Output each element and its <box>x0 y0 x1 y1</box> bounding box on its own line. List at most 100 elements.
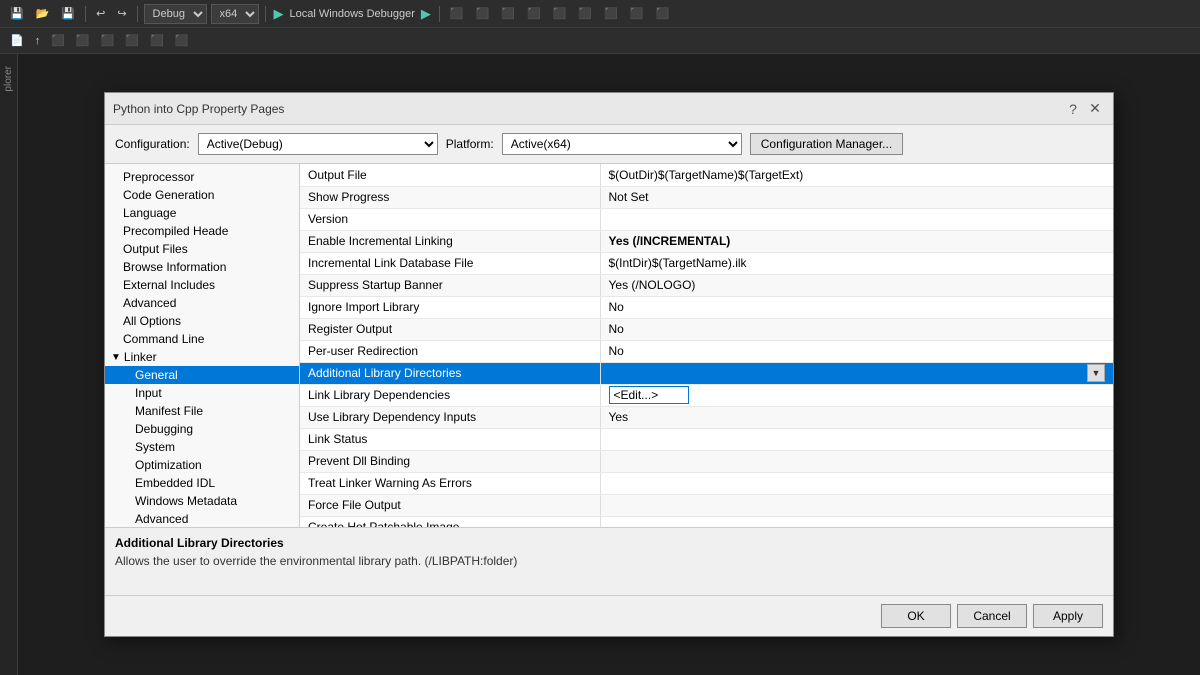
table-row[interactable]: Prevent Dll Binding <box>300 450 1113 472</box>
sec-btn-5[interactable]: ⬛ <box>97 32 119 49</box>
tree-item-label: Advanced <box>123 296 176 310</box>
apply-button[interactable]: Apply <box>1033 604 1103 628</box>
open-button[interactable]: 📂 <box>32 5 54 22</box>
toolbar-misc-1[interactable]: ⬛ <box>446 5 468 22</box>
run-target-label: Local Windows Debugger <box>290 8 415 20</box>
prop-value <box>600 208 1113 230</box>
tree-item-label: Language <box>123 206 176 220</box>
tree-item-command-line[interactable]: Command Line <box>105 330 299 348</box>
dropdown-arrow-icon[interactable]: ▼ <box>1087 364 1105 382</box>
ok-button[interactable]: OK <box>881 604 951 628</box>
arch-dropdown[interactable]: x64 <box>211 4 259 24</box>
save-button[interactable]: 💾 <box>6 5 28 22</box>
table-row[interactable]: Register OutputNo <box>300 318 1113 340</box>
separator-3 <box>265 6 266 22</box>
table-row[interactable]: Create Hot Patchable Image <box>300 516 1113 527</box>
prop-name: Version <box>300 208 600 230</box>
tree-item-label: Debugging <box>135 422 193 436</box>
tree-item-label: External Includes <box>123 278 215 292</box>
help-button[interactable]: ? <box>1063 99 1083 119</box>
toolbar-misc-7[interactable]: ⬛ <box>600 5 622 22</box>
tree-item-input[interactable]: Input <box>105 384 299 402</box>
tree-item-windows-metadata[interactable]: Windows Metadata <box>105 492 299 510</box>
toolbar-misc-8[interactable]: ⬛ <box>626 5 648 22</box>
table-row[interactable]: Per-user RedirectionNo <box>300 340 1113 362</box>
prop-value <box>600 472 1113 494</box>
tree-item-debugging[interactable]: Debugging <box>105 420 299 438</box>
dialog-overlay: Python into Cpp Property Pages ? ✕ Confi… <box>18 54 1200 675</box>
tree-item-label: General <box>135 368 178 382</box>
platform-dropdown[interactable]: Active(x64) <box>502 133 742 155</box>
tree-item-all-options[interactable]: All Options <box>105 312 299 330</box>
toolbar-misc-6[interactable]: ⬛ <box>574 5 596 22</box>
redo-button[interactable]: ↪ <box>113 5 130 22</box>
sec-btn-2[interactable]: ↑ <box>31 33 45 49</box>
table-row[interactable]: Output File$(OutDir)$(TargetName)$(Targe… <box>300 164 1113 186</box>
tree-item-output-files[interactable]: Output Files <box>105 240 299 258</box>
tree-item-general[interactable]: General <box>105 366 299 384</box>
config-manager-button[interactable]: Configuration Manager... <box>750 133 903 155</box>
tree-item-optimization[interactable]: Optimization <box>105 456 299 474</box>
table-row[interactable]: Ignore Import LibraryNo <box>300 296 1113 318</box>
ide-body: plorer Python into Cpp Property Pages ? … <box>0 54 1200 675</box>
config-dropdown[interactable]: Active(Debug) <box>198 133 438 155</box>
prop-value <box>600 450 1113 472</box>
prop-value[interactable]: ▼ <box>600 362 1113 384</box>
table-row[interactable]: Show ProgressNot Set <box>300 186 1113 208</box>
sec-btn-3[interactable]: ⬛ <box>47 32 69 49</box>
prop-name: Show Progress <box>300 186 600 208</box>
tree-item-code-generation[interactable]: Code Generation <box>105 186 299 204</box>
run-button[interactable]: ▶ <box>272 6 286 22</box>
toolbar-misc-9[interactable]: ⬛ <box>652 5 674 22</box>
prop-name: Output File <box>300 164 600 186</box>
table-row[interactable]: Additional Library Directories▼ <box>300 362 1113 384</box>
sec-btn-8[interactable]: ⬛ <box>171 32 193 49</box>
table-row[interactable]: Suppress Startup BannerYes (/NOLOGO) <box>300 274 1113 296</box>
prop-name: Create Hot Patchable Image <box>300 516 600 527</box>
toolbar-misc-2[interactable]: ⬛ <box>472 5 494 22</box>
table-row[interactable]: Incremental Link Database File$(IntDir)$… <box>300 252 1113 274</box>
table-row[interactable]: Use Library Dependency InputsYes <box>300 406 1113 428</box>
tree-item-embedded-idl[interactable]: Embedded IDL <box>105 474 299 492</box>
properties-table: Output File$(OutDir)$(TargetName)$(Targe… <box>300 164 1113 527</box>
run-config-button[interactable]: ▶ <box>419 6 433 22</box>
dialog-title: Python into Cpp Property Pages <box>113 102 284 116</box>
tree-item-advanced[interactable]: Advanced <box>105 294 299 312</box>
sec-btn-1[interactable]: 📄 <box>6 32 28 49</box>
prop-name: Prevent Dll Binding <box>300 450 600 472</box>
toolbar-misc-3[interactable]: ⬛ <box>497 5 519 22</box>
table-row[interactable]: Treat Linker Warning As Errors <box>300 472 1113 494</box>
debug-config-dropdown[interactable]: Debug <box>144 4 207 24</box>
tree-item-system[interactable]: System <box>105 438 299 456</box>
edit-value[interactable]: <Edit...> <box>609 386 689 404</box>
tree-item-language[interactable]: Language <box>105 204 299 222</box>
tree-item-linker[interactable]: ▼Linker <box>105 348 299 366</box>
tree-item-manifest-file[interactable]: Manifest File <box>105 402 299 420</box>
tree-item-preprocessor[interactable]: Preprocessor <box>105 168 299 186</box>
table-row[interactable]: Link Status <box>300 428 1113 450</box>
dialog-titlebar: Python into Cpp Property Pages ? ✕ <box>105 93 1113 125</box>
table-row[interactable]: Enable Incremental LinkingYes (/INCREMEN… <box>300 230 1113 252</box>
table-row[interactable]: Version <box>300 208 1113 230</box>
tree-item-advanced[interactable]: Advanced <box>105 510 299 527</box>
tree-item-precompiled-heade[interactable]: Precompiled Heade <box>105 222 299 240</box>
table-row[interactable]: Force File Output <box>300 494 1113 516</box>
config-label: Configuration: <box>115 137 190 151</box>
tree-item-label: Manifest File <box>135 404 203 418</box>
cancel-button[interactable]: Cancel <box>957 604 1027 628</box>
close-button[interactable]: ✕ <box>1085 99 1105 119</box>
dialog-body: PreprocessorCode Generation Language Preco… <box>105 164 1113 527</box>
prop-value: $(IntDir)$(TargetName).ilk <box>600 252 1113 274</box>
tree-item-browse-information[interactable]: Browse Information <box>105 258 299 276</box>
left-strip: plorer <box>0 54 18 675</box>
undo-button[interactable]: ↩ <box>92 5 109 22</box>
table-row[interactable]: Link Library Dependencies<Edit...> <box>300 384 1113 406</box>
toolbar-misc-4[interactable]: ⬛ <box>523 5 545 22</box>
sec-btn-4[interactable]: ⬛ <box>72 32 94 49</box>
prop-name: Use Library Dependency Inputs <box>300 406 600 428</box>
toolbar-misc-5[interactable]: ⬛ <box>549 5 571 22</box>
sec-btn-7[interactable]: ⬛ <box>146 32 168 49</box>
tree-item-external-includes[interactable]: External Includes <box>105 276 299 294</box>
sec-btn-6[interactable]: ⬛ <box>121 32 143 49</box>
save-all-button[interactable]: 💾 <box>57 5 79 22</box>
